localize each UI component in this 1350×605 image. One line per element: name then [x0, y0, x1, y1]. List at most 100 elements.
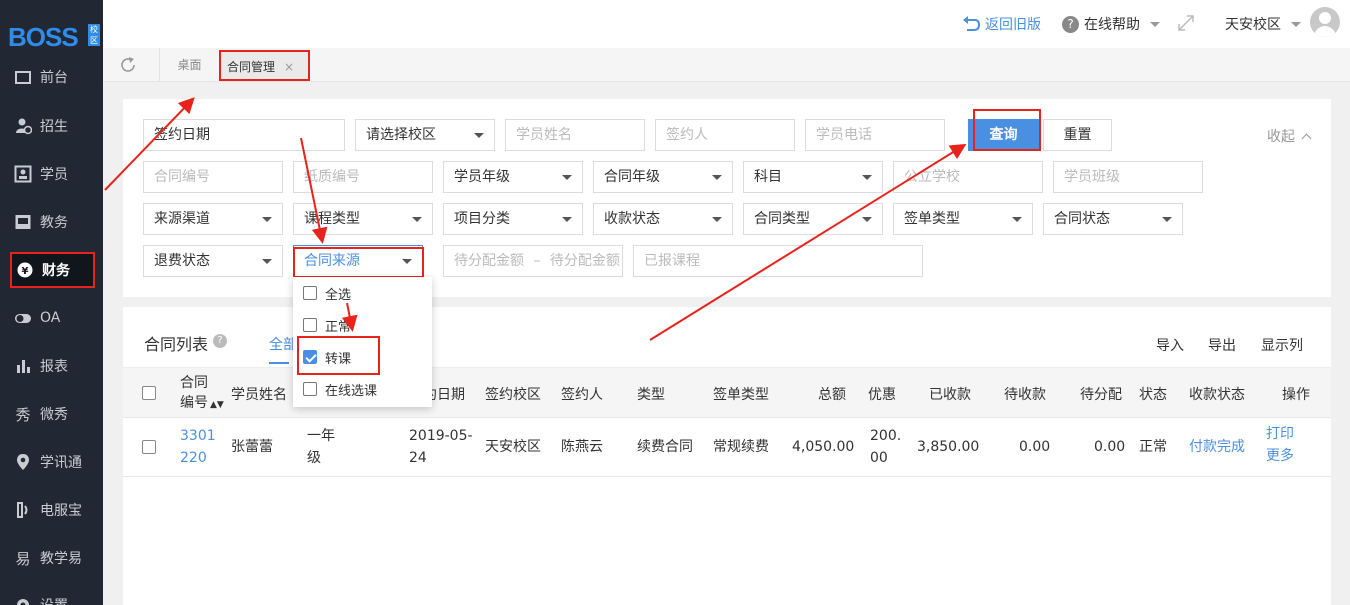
svg-text:¥: ¥: [22, 266, 29, 277]
checkbox[interactable]: [303, 382, 317, 396]
toggle-icon: [15, 314, 31, 323]
subject-select[interactable]: 科目: [743, 161, 883, 193]
select-all-checkbox[interactable]: [142, 386, 156, 400]
tab-contract-manage[interactable]: 合同管理 ×: [219, 50, 310, 81]
sidebar-item-students[interactable]: 学员: [0, 157, 103, 191]
col-type: 类型: [637, 386, 665, 403]
export-button[interactable]: 导出: [1208, 335, 1236, 355]
sign-type-select[interactable]: 签单类型: [893, 203, 1033, 235]
sidebar-item-academic[interactable]: 教务: [0, 205, 103, 239]
close-icon[interactable]: ×: [284, 52, 294, 82]
columns-button[interactable]: 显示列: [1261, 335, 1303, 355]
teach-icon: 易: [15, 550, 30, 567]
refresh-icon[interactable]: [119, 56, 137, 74]
filter-panel: 签约日期 请选择校区 学员姓名 签约人 学员电话 查询 重置 收起 合同编号 纸…: [123, 99, 1331, 297]
option-online-course[interactable]: 在线选课: [303, 379, 377, 399]
more-link[interactable]: 更多: [1266, 445, 1294, 467]
sidebar-item-settings[interactable]: 设置: [0, 588, 103, 605]
sidebar-item-dianfubao[interactable]: 电服宝: [0, 493, 103, 527]
contract-type-select[interactable]: 合同类型: [743, 203, 883, 235]
contract-status-select[interactable]: 合同状态: [1043, 203, 1183, 235]
cell-received: 3,850.00: [917, 439, 980, 455]
source-channel-select[interactable]: 来源渠道: [143, 203, 283, 235]
campus-select[interactable]: 请选择校区: [355, 119, 495, 151]
pending-amount-range[interactable]: 待分配金额 – 待分配金额: [443, 245, 623, 277]
student-grade-select[interactable]: 学员年级: [443, 161, 583, 193]
cell-text: 220: [180, 450, 207, 466]
course-type-select[interactable]: 课程类型: [293, 203, 433, 235]
sidebar-item-finance[interactable]: ¥ 财务: [10, 252, 95, 288]
online-help-menu[interactable]: ? 在线帮助: [1062, 14, 1160, 34]
option-normal[interactable]: 正常: [303, 315, 351, 335]
sidebar-item-label: 财务: [42, 263, 70, 279]
import-button[interactable]: 导入: [1156, 335, 1184, 355]
help-icon[interactable]: ?: [213, 334, 227, 348]
sidebar-item-front-desk[interactable]: 前台: [0, 60, 103, 94]
contract-no-input[interactable]: 合同编号: [143, 161, 283, 193]
fullscreen-button[interactable]: [1177, 14, 1195, 32]
chevron-down-icon: [1291, 21, 1301, 27]
sidebar-item-oa[interactable]: OA: [0, 301, 103, 335]
location-icon: [17, 454, 29, 470]
tab-bar: 桌面 合同管理 ×: [103, 48, 1350, 82]
sidebar-item-label: 学讯通: [40, 455, 82, 471]
return-old-version-link[interactable]: 返回旧版: [961, 14, 1041, 34]
sidebar: BOSS 校区 前台 招生 学员 教务 ¥ 财务 OA 报表 秀 微秀 学讯通 …: [0, 0, 103, 605]
transfer-option-highlight: [297, 336, 380, 375]
help-circle-icon: ?: [1062, 15, 1079, 33]
student-class-input[interactable]: 学员班级: [1053, 161, 1203, 193]
gear-icon: [17, 599, 29, 605]
reset-button[interactable]: 重置: [1043, 119, 1112, 151]
sidebar-item-enrollment[interactable]: 招生: [0, 109, 103, 143]
bar-chart-icon: [17, 360, 30, 373]
sidebar-item-label: 教学易: [40, 551, 82, 567]
checkbox[interactable]: [303, 318, 317, 332]
public-school-input[interactable]: 公立学校: [893, 161, 1043, 193]
sidebar-item-jiaoxueyi[interactable]: 易 教学易: [0, 541, 103, 575]
cell-pending-assign: 0.00: [1094, 439, 1126, 455]
sidebar-item-label: 微秀: [40, 407, 68, 423]
contract-no-link[interactable]: 3301 220: [180, 425, 216, 469]
signer-input[interactable]: 签约人: [655, 119, 795, 151]
show-icon: 秀: [15, 406, 30, 423]
student-name-input[interactable]: 学员姓名: [505, 119, 645, 151]
col-label: 编号: [180, 394, 208, 411]
col-signer: 签约人: [561, 386, 603, 403]
avatar[interactable]: [1310, 7, 1340, 37]
top-header: 返回旧版 ? 在线帮助 天安校区: [103, 0, 1350, 48]
student-phone-input[interactable]: 学员电话: [805, 119, 945, 151]
collapse-toggle[interactable]: 收起: [1267, 126, 1312, 146]
col-discount: 优惠: [868, 386, 896, 403]
query-button-highlight: [973, 109, 1041, 151]
cell-sign-type: 常规续费: [713, 439, 769, 455]
sort-icon[interactable]: ▲▼: [210, 400, 224, 410]
sidebar-item-weixiu[interactable]: 秀 微秀: [0, 397, 103, 431]
sidebar-item-xuexuntong[interactable]: 学讯通: [0, 445, 103, 479]
logo: BOSS: [8, 22, 79, 52]
col-contract-no[interactable]: 合同 编号 ▲▼: [180, 368, 224, 419]
campus-switch-menu[interactable]: 天安校区: [1225, 14, 1301, 34]
option-select-all[interactable]: 全选: [303, 283, 351, 303]
refund-status-select[interactable]: 退费状态: [143, 245, 283, 277]
payment-status-select[interactable]: 收款状态: [593, 203, 733, 235]
payment-status-link[interactable]: 付款完成: [1189, 436, 1245, 458]
tab-desktop[interactable]: 桌面: [159, 48, 219, 82]
col-student-name: 学员姓名: [231, 386, 287, 403]
col-label: 合同: [180, 374, 208, 391]
reported-course-input[interactable]: 已报课程: [633, 245, 923, 277]
online-help-label: 在线帮助: [1084, 17, 1140, 33]
row-checkbox[interactable]: [142, 440, 156, 454]
cell-status: 正常: [1139, 439, 1167, 455]
return-old-version-label: 返回旧版: [985, 17, 1041, 33]
project-category-select[interactable]: 项目分类: [443, 203, 583, 235]
pending-amount-to[interactable]: 待分配金额: [550, 253, 620, 269]
pending-amount-from[interactable]: 待分配金额: [454, 253, 524, 269]
contract-grade-select[interactable]: 合同年级: [593, 161, 733, 193]
paper-no-input[interactable]: 纸质编号: [293, 161, 433, 193]
checkbox[interactable]: [303, 286, 317, 300]
sidebar-item-label: 电服宝: [40, 503, 82, 519]
sign-date-field[interactable]: 签约日期: [143, 119, 345, 151]
sidebar-item-reports[interactable]: 报表: [0, 349, 103, 383]
print-link[interactable]: 打印: [1266, 423, 1294, 445]
col-pending-assign: 待分配: [1080, 386, 1122, 403]
